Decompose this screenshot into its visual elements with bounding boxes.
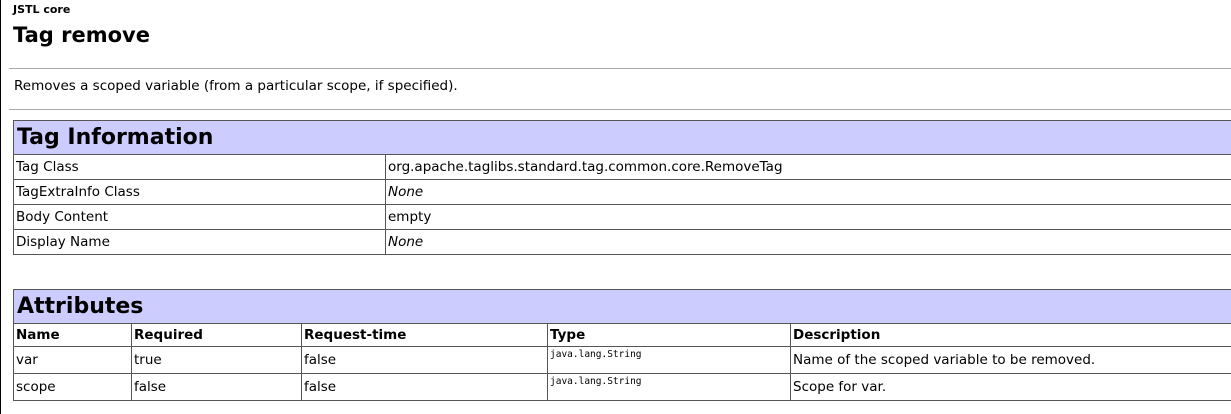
column-header-required: Required [131,323,302,347]
tag-doc-page: JSTL core Tag remove Removes a scoped va… [0,0,1231,414]
body-content-value: empty [384,204,1231,230]
tag-description: Removes a scoped variable (from a partic… [14,78,458,94]
attr-name: scope [13,373,132,401]
tag-class-value: org.apache.taglibs.standard.tag.common.c… [384,154,1231,180]
page-title: Tag remove [13,23,150,47]
attr-type: java.lang.String [547,373,791,401]
display-name-value: None [384,229,1231,255]
tag-information-heading: Tag Information [12,120,1231,155]
attr-request-time: false [301,346,548,374]
attr-description: Name of the scoped variable to be remove… [789,346,1231,374]
attr-request-time: false [301,373,548,401]
table-row: scope false false java.lang.String Scope… [13,373,1231,401]
tag-class-label: Tag Class [13,154,386,180]
table-row: Body Content empty [13,204,1231,230]
divider-top [9,68,1231,69]
attributes-table: Attributes Name Required Request-time Ty… [12,289,1231,401]
teic-label: TagExtraInfo Class [13,179,386,205]
table-header-row: Name Required Request-time Type Descript… [13,323,1231,347]
attr-name: var [13,346,132,374]
table-row: Display Name None [13,229,1231,255]
attr-required: false [131,373,302,401]
column-header-description: Description [789,323,1231,347]
attr-description: Scope for var. [789,373,1231,401]
column-header-request-time: Request-time [301,323,548,347]
table-row: Tag Class org.apache.taglibs.standard.ta… [13,154,1231,180]
library-name: JSTL core [13,3,71,16]
attributes-heading: Attributes [12,289,1231,324]
divider-bottom [9,109,1231,110]
tag-information-table: Tag Information Tag Class org.apache.tag… [12,120,1231,255]
display-name-label: Display Name [13,229,386,255]
attr-type: java.lang.String [547,346,791,374]
table-row: TagExtraInfo Class None [13,179,1231,205]
teic-value: None [384,179,1231,205]
table-row: var true false java.lang.String Name of … [13,346,1231,374]
column-header-name: Name [13,323,132,347]
column-header-type: Type [547,323,791,347]
attr-required: true [131,346,302,374]
body-content-label: Body Content [13,204,386,230]
